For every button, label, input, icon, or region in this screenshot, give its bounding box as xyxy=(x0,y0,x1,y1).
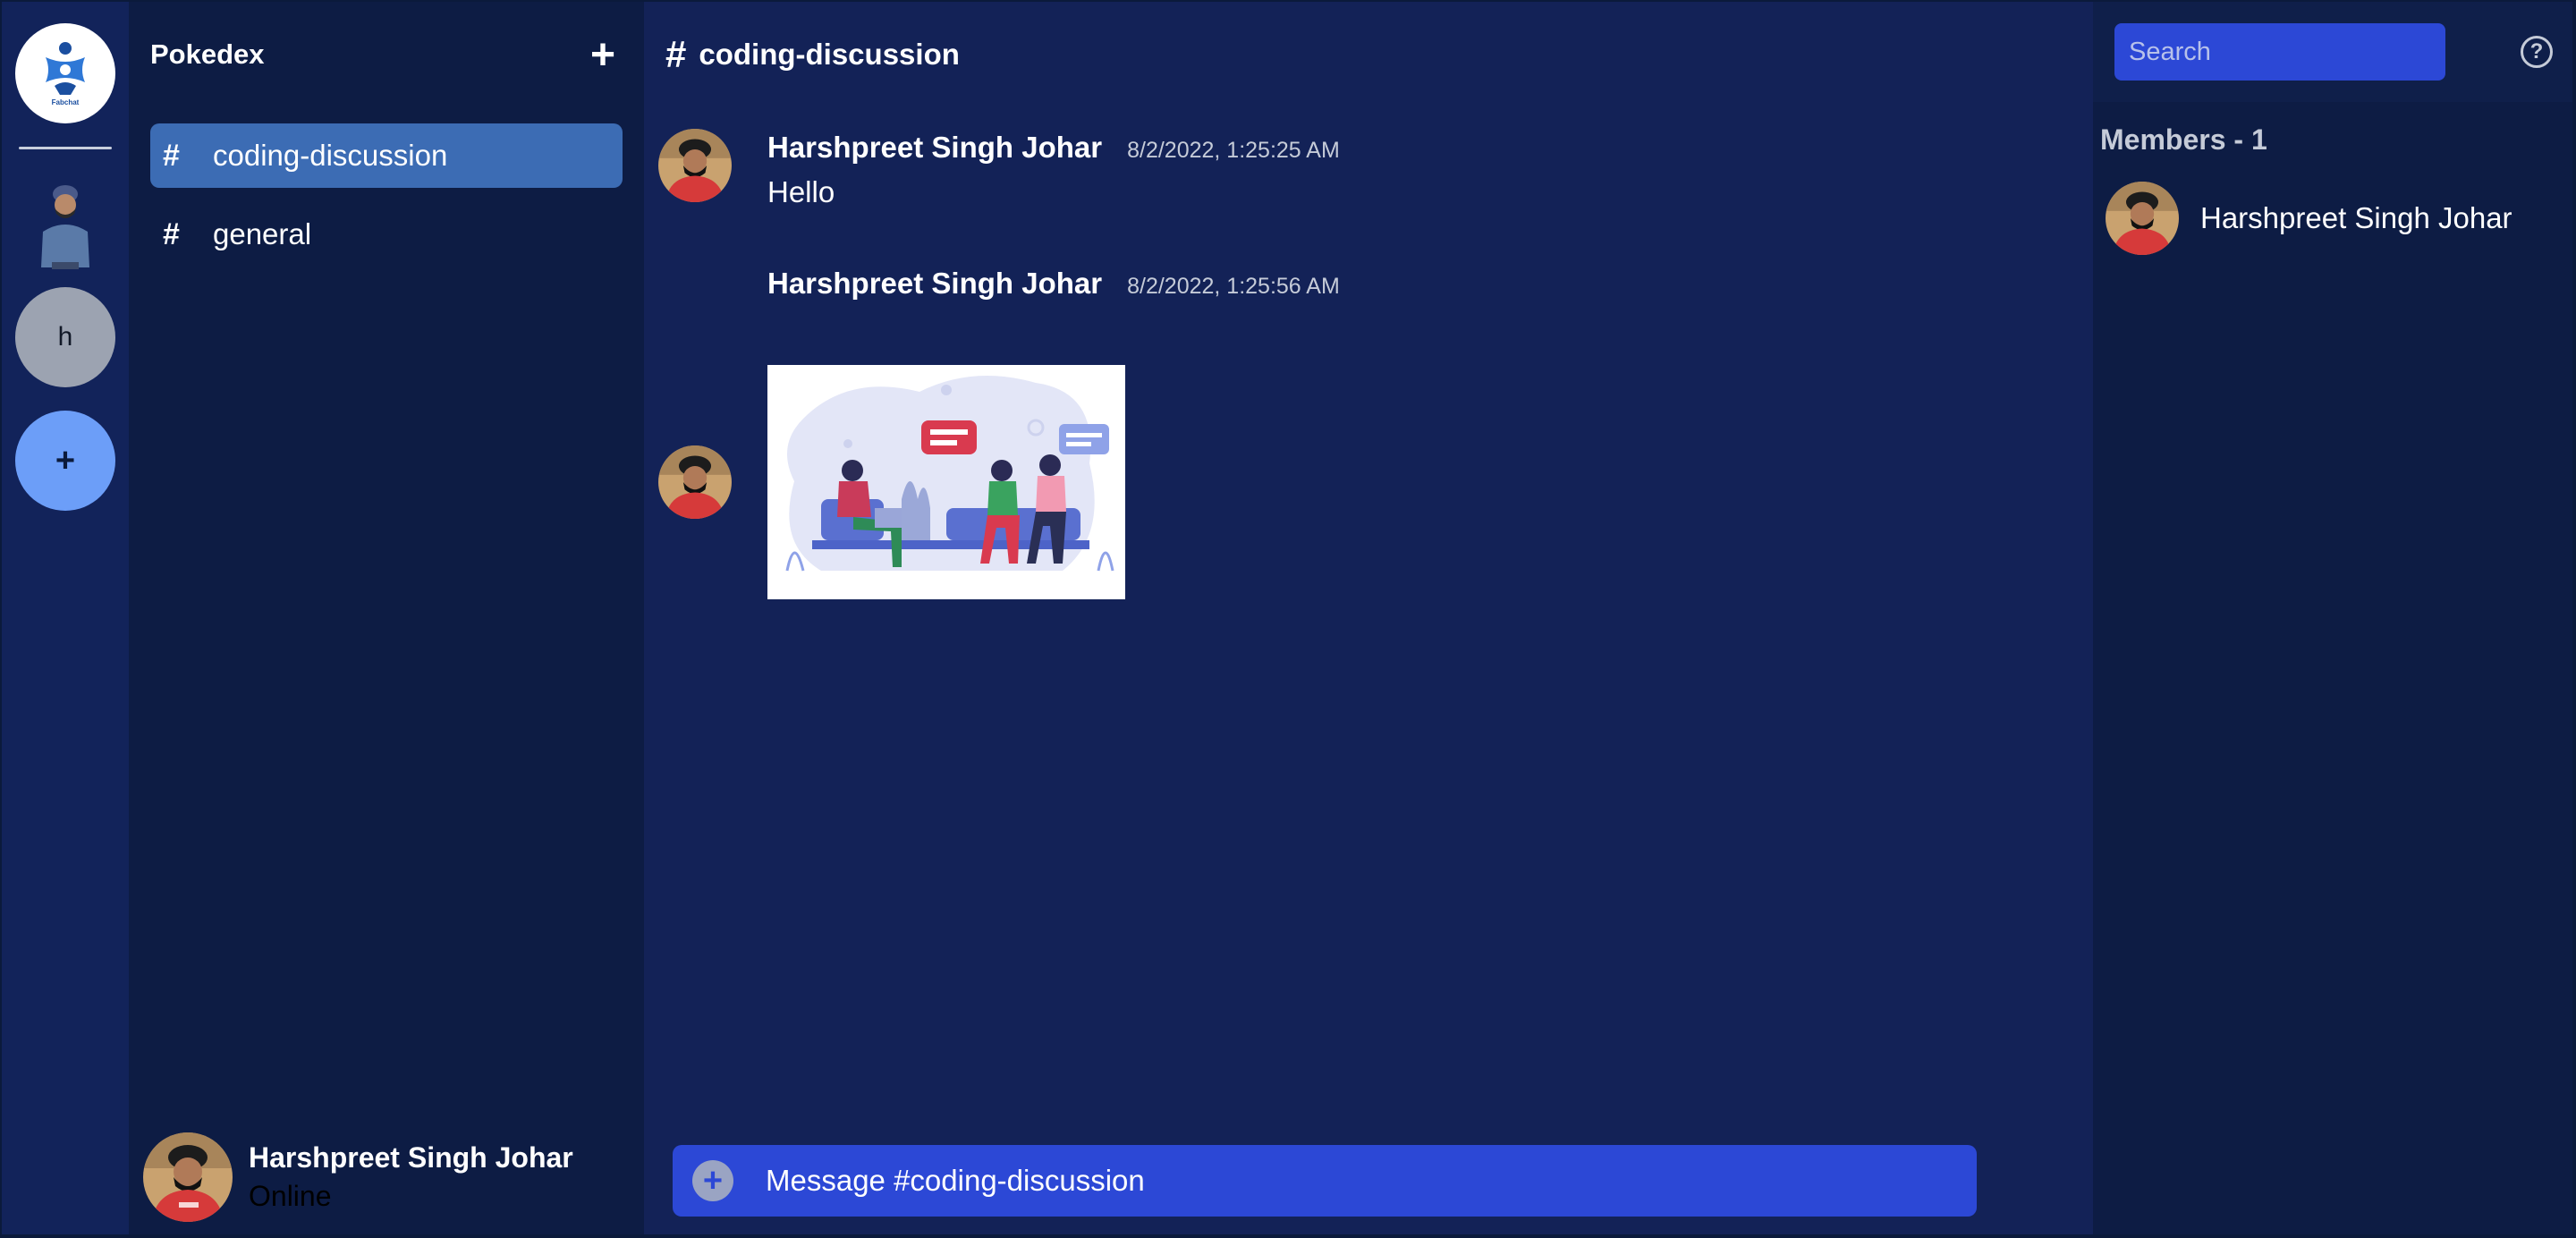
server-h[interactable]: h xyxy=(15,287,115,387)
hash-icon: # xyxy=(665,33,687,75)
message-author: Harshpreet Singh Johar xyxy=(767,267,1103,300)
add-server-button[interactable]: + xyxy=(15,411,115,511)
members-title: Members - 1 xyxy=(2100,123,2267,156)
message-item xyxy=(658,365,1125,599)
message-image[interactable] xyxy=(767,365,1125,599)
avatar xyxy=(143,1132,233,1222)
server-name: Pokedex xyxy=(150,38,265,70)
member-item[interactable]: Harshpreet Singh Johar xyxy=(2106,182,2572,255)
avatar[interactable] xyxy=(658,129,732,202)
search-input[interactable] xyxy=(2114,23,2445,81)
avatar[interactable] xyxy=(658,445,732,519)
message-timestamp: 8/2/2022, 1:25:56 AM xyxy=(1127,274,1340,299)
server-rail: Fabchat h + xyxy=(2,2,129,1234)
channel-label: general xyxy=(213,217,312,250)
user-info: Harshpreet Singh Johar Online xyxy=(249,1141,573,1213)
current-user-panel[interactable]: Harshpreet Singh Johar Online xyxy=(143,1132,573,1222)
rail-divider xyxy=(19,147,112,149)
help-icon[interactable]: ? xyxy=(2521,36,2553,68)
hash-icon: # xyxy=(163,138,180,173)
chat-panel: # coding-discussion Harshpreet Singh Joh… xyxy=(644,2,2093,1234)
person-avatar-icon xyxy=(41,185,89,269)
message-author: Harshpreet Singh Johar xyxy=(767,131,1103,164)
member-name: Harshpreet Singh Johar xyxy=(2200,201,2512,234)
channel-item-general[interactable]: # general xyxy=(150,202,623,267)
channel-item-coding-discussion[interactable]: # coding-discussion xyxy=(150,123,623,188)
chat-header: # coding-discussion xyxy=(644,2,2093,107)
channel-title: coding-discussion xyxy=(699,38,960,71)
message-item: Harshpreet Singh Johar 8/2/2022, 1:25:25… xyxy=(658,129,1340,209)
app-logo[interactable]: Fabchat xyxy=(15,23,115,123)
avatar xyxy=(2106,182,2179,255)
user-name: Harshpreet Singh Johar xyxy=(249,1141,573,1174)
message-input[interactable] xyxy=(766,1164,1839,1198)
hash-icon: # xyxy=(163,216,180,251)
message-timestamp: 8/2/2022, 1:25:25 AM xyxy=(1127,138,1340,163)
channel-header: Pokedex + xyxy=(129,2,644,107)
message-composer[interactable]: + xyxy=(673,1145,1977,1217)
channel-label: coding-discussion xyxy=(213,139,448,172)
attach-plus-icon[interactable]: + xyxy=(692,1160,733,1201)
add-channel-button[interactable]: + xyxy=(590,34,615,77)
logo-text: Fabchat xyxy=(51,98,80,106)
server-avatar-user[interactable] xyxy=(30,182,101,271)
members-topbar: ? xyxy=(2093,2,2572,102)
members-panel: ? Members - 1 Harshpreet Singh Johar xyxy=(2093,2,2572,1234)
fabchat-logo-icon xyxy=(46,41,85,95)
user-status: Online xyxy=(249,1180,332,1212)
message-text: Hello xyxy=(767,175,835,208)
channel-sidebar: Pokedex + # coding-discussion # general xyxy=(129,2,644,1234)
app-window: Fabchat h + Pokedex + # coding-discussio… xyxy=(2,2,2572,1234)
message-item: Harshpreet Singh Johar 8/2/2022, 1:25:56… xyxy=(767,267,1340,301)
